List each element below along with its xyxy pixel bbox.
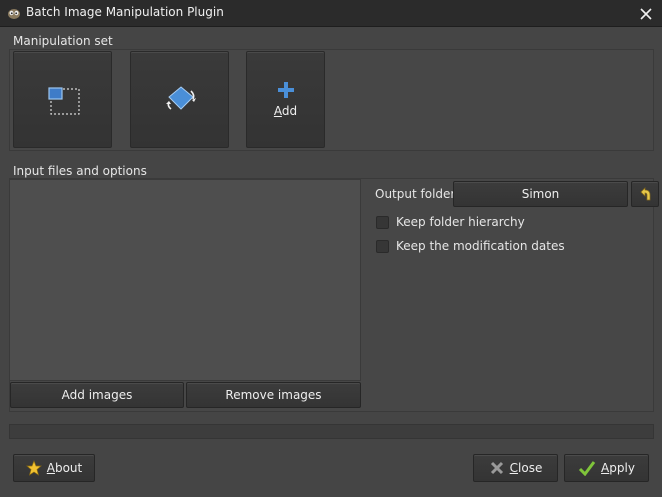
star-icon	[25, 460, 42, 476]
about-button[interactable]: About	[13, 454, 95, 482]
keep-hierarchy-checkbox[interactable]	[376, 216, 389, 229]
arrow-up-folder-icon	[640, 187, 651, 201]
rotate-manipulation-button[interactable]	[130, 51, 229, 148]
checkmark-icon	[578, 461, 596, 476]
window-title: Batch Image Manipulation Plugin	[26, 5, 224, 19]
close-x-icon	[490, 461, 503, 475]
crop-manipulation-button[interactable]	[13, 51, 112, 148]
progress-bar	[9, 424, 654, 439]
remove-images-button[interactable]: Remove images	[186, 382, 361, 408]
gimp-icon	[8, 9, 20, 19]
plus-icon	[278, 82, 294, 98]
apply-button[interactable]: Apply	[564, 454, 649, 482]
output-folder-chooser[interactable]: Simon	[453, 181, 628, 207]
add-manipulation-button[interactable]: Add	[246, 51, 325, 148]
keep-dates-label: Keep the modification dates	[396, 239, 565, 253]
keep-dates-checkbox[interactable]	[376, 240, 389, 253]
output-folder-label: Output folder	[375, 187, 456, 201]
add-images-button[interactable]: Add images	[10, 382, 184, 408]
close-button[interactable]: Close	[473, 454, 558, 482]
crop-icon	[48, 87, 80, 115]
folder-up-button[interactable]	[631, 181, 659, 207]
add-label: Add	[273, 104, 298, 118]
rotate-icon	[166, 86, 196, 110]
title-bar: Batch Image Manipulation Plugin	[0, 0, 662, 27]
input-files-label: Input files and options	[13, 164, 147, 178]
manipulation-set-label: Manipulation set	[13, 34, 113, 48]
close-icon[interactable]	[636, 4, 656, 24]
input-file-list[interactable]	[9, 179, 361, 381]
keep-hierarchy-label: Keep folder hierarchy	[396, 215, 525, 229]
